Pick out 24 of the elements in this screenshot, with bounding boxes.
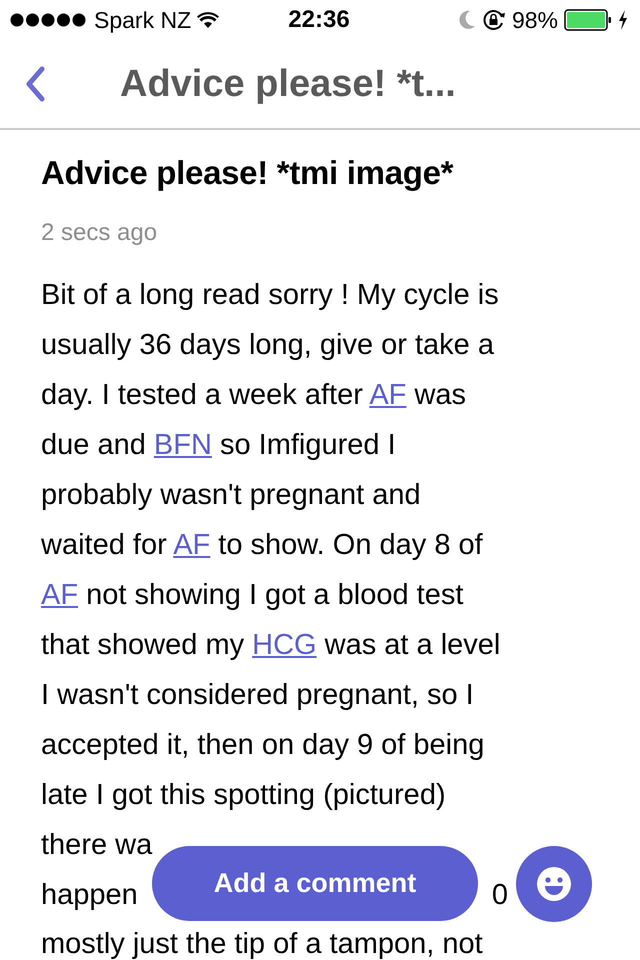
battery-icon	[564, 9, 612, 31]
post-text-fragment: 0	[492, 878, 508, 913]
term-link[interactable]: HCG	[252, 629, 317, 661]
post-title: Advice please! *tmi image*	[41, 153, 454, 193]
carrier-name: Spark NZ	[94, 6, 192, 34]
add-comment-button[interactable]: Add a comment	[152, 846, 478, 921]
clock-time: 22:36	[288, 6, 350, 34]
rotation-lock-icon	[482, 9, 506, 31]
moon-icon	[458, 10, 476, 30]
post-time: 2 secs ago	[41, 218, 158, 248]
term-link[interactable]: AF	[369, 379, 406, 411]
term-link[interactable]: BFN	[154, 429, 212, 461]
charging-icon	[618, 10, 628, 30]
battery-percent: 98%	[512, 6, 558, 34]
page-title: Advice please! *t...	[120, 62, 456, 106]
term-link[interactable]: AF	[41, 579, 78, 611]
term-link[interactable]: AF	[173, 529, 210, 561]
signal-icon	[10, 13, 88, 27]
post-text-line: mostly just the tip of a tampon, not	[41, 927, 484, 960]
wifi-icon	[197, 12, 220, 28]
post-body: Bit of a long read sorry ! My cycle is usually 36 days long, give or take a day. I tested a week after AF was due and BFN so Imfigured I probably wasn't pregnant and waited for AF to show. On day 8 of AF not showing I got a blood test that showed my HCG was at a level I wasn't considered pregnant, so I accepted it, then on day 9 of being late I got this spotting (pictured)	[41, 278, 502, 813]
smiley-icon	[534, 864, 574, 904]
post-text-fragment: there wa	[41, 828, 152, 863]
post-text-fragment: happen	[41, 878, 138, 913]
